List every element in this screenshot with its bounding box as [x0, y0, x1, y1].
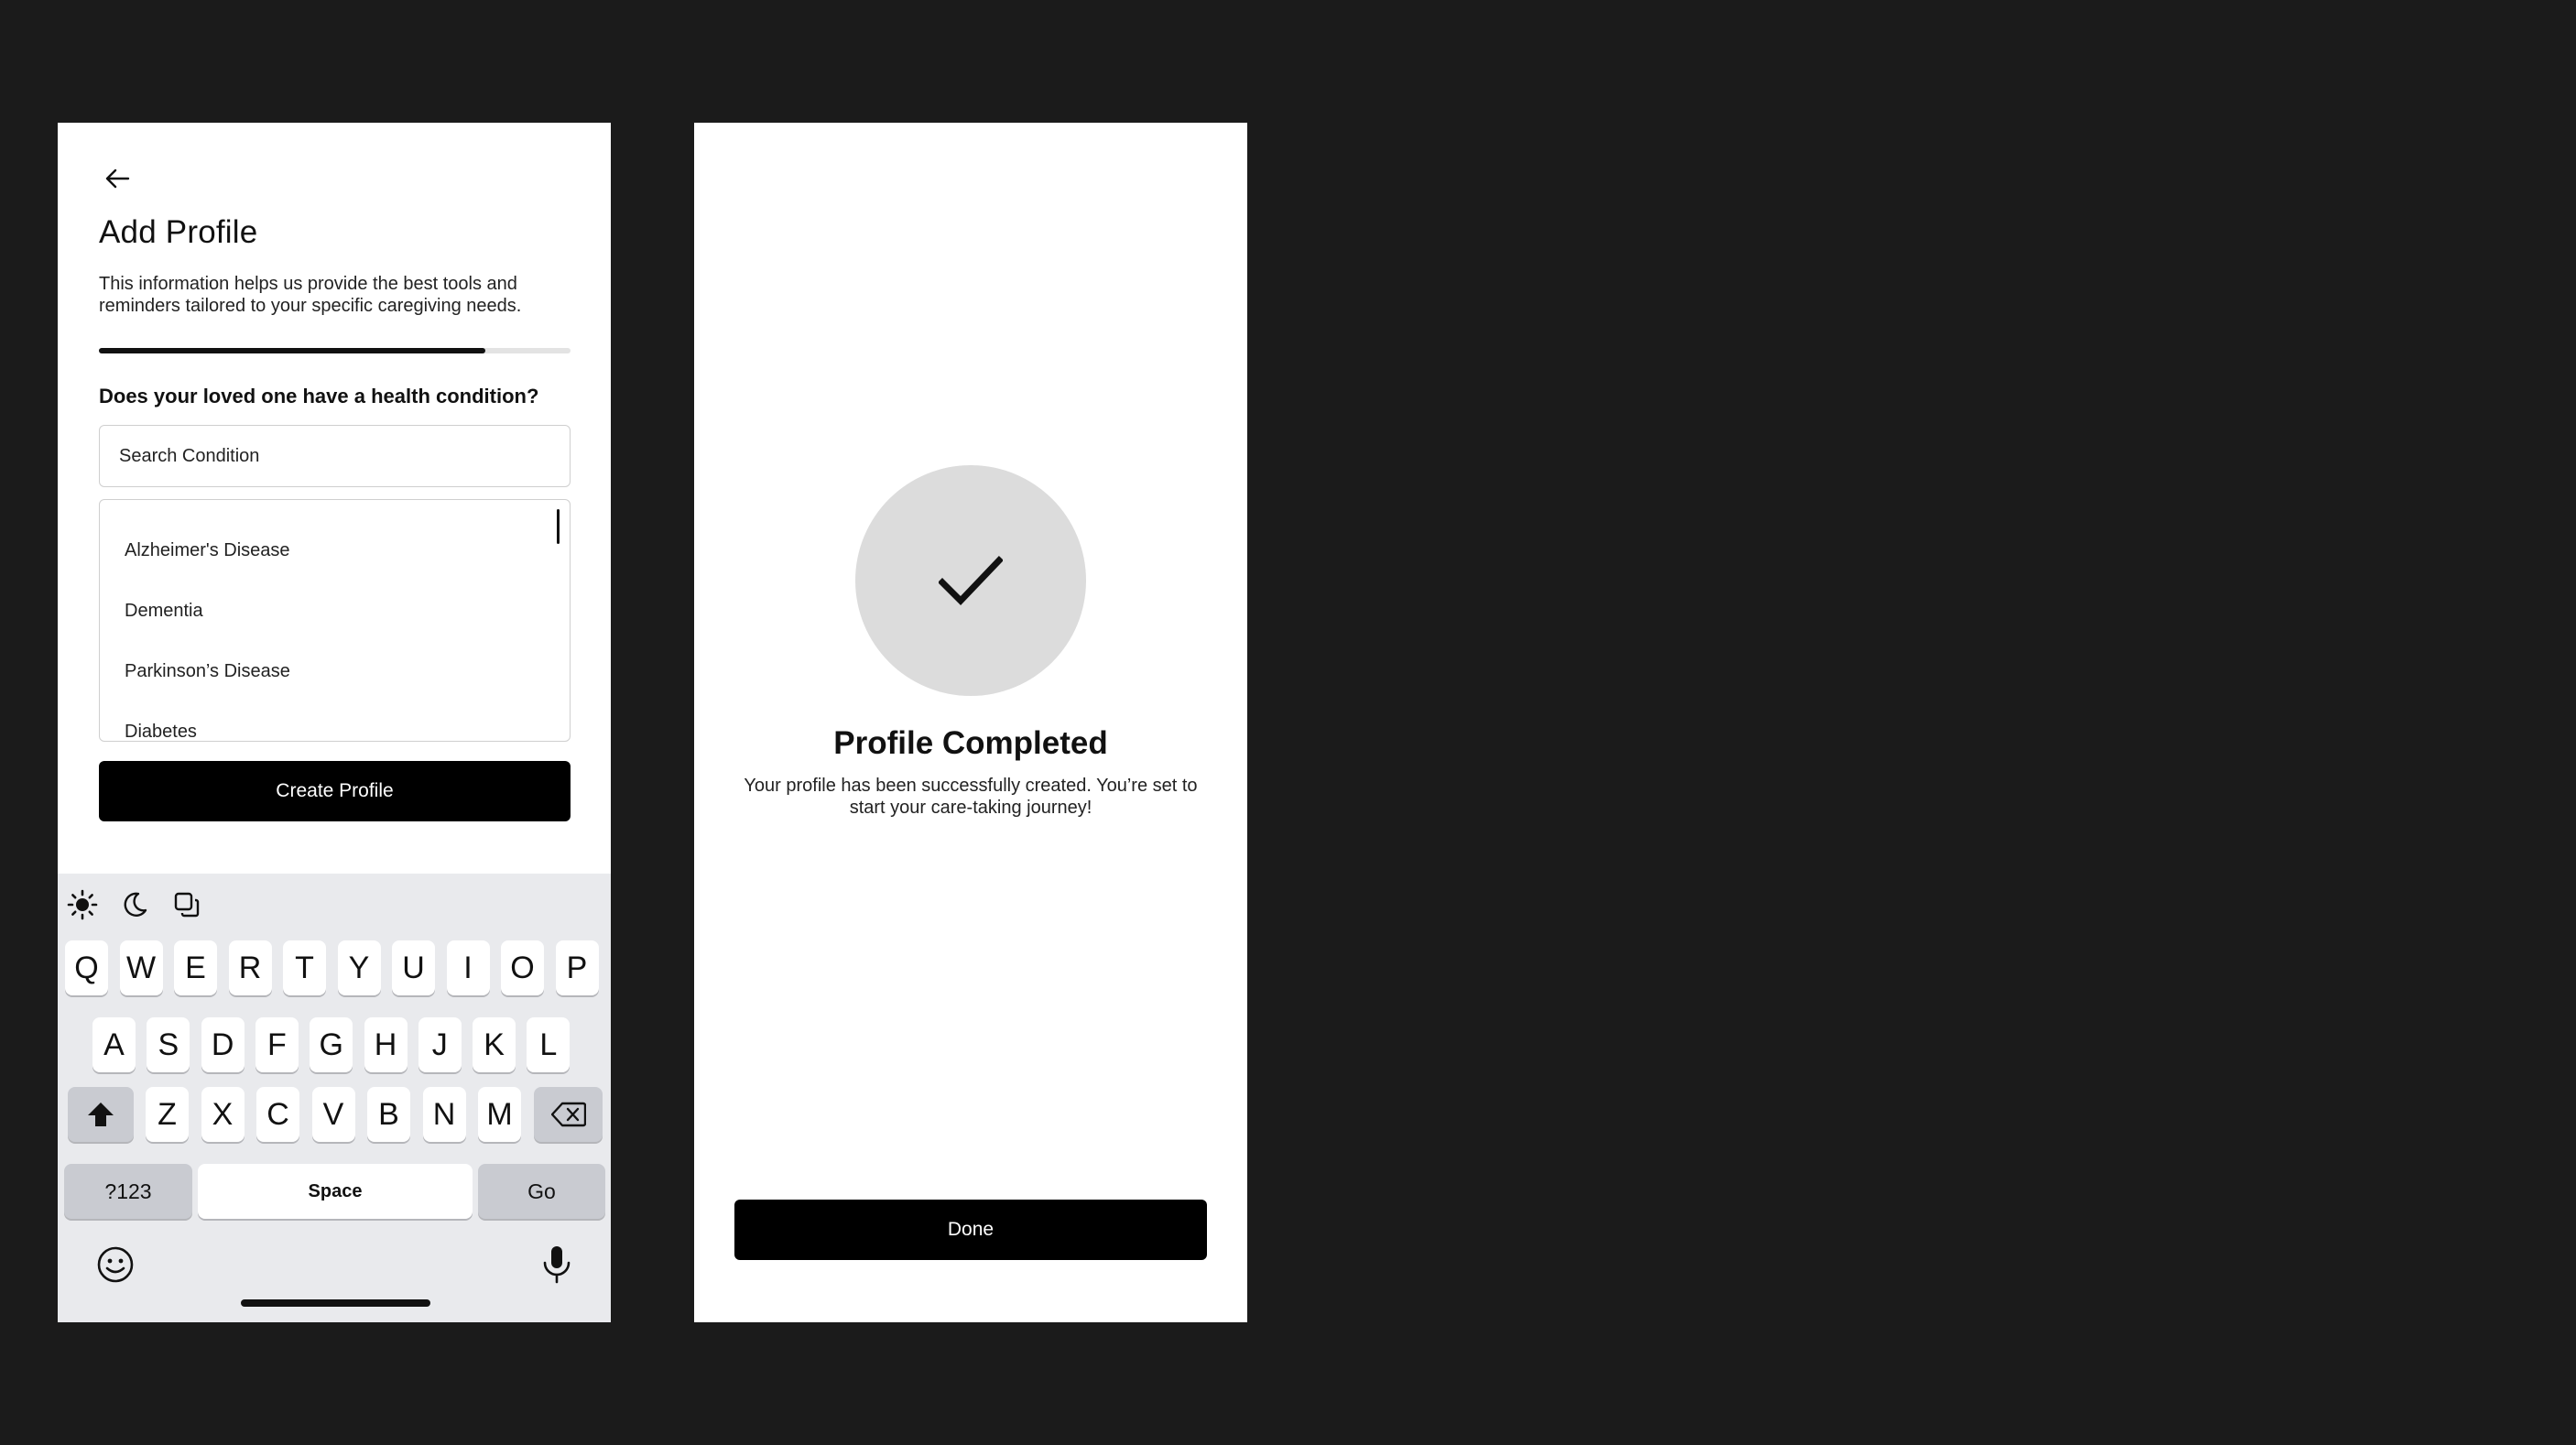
condition-dropdown-list: Alzheimer's Disease Dementia Parkinson’s D… [99, 499, 571, 742]
go-key[interactable]: Go [478, 1164, 605, 1219]
key-v[interactable]: V [311, 1087, 355, 1142]
moon-icon [124, 892, 147, 917]
shift-key[interactable] [68, 1087, 134, 1142]
key-w[interactable]: W [119, 940, 163, 995]
health-condition-question: Does your loved one have a health condit… [99, 385, 539, 407]
checkmark-icon [939, 556, 1003, 606]
progress-bar [99, 348, 571, 353]
dark-mode-button[interactable] [114, 885, 155, 925]
key-d[interactable]: D [201, 1017, 245, 1072]
key-j[interactable]: J [418, 1017, 462, 1072]
completed-title: Profile Completed [833, 725, 1108, 761]
success-badge [855, 465, 1086, 696]
key-r[interactable]: R [228, 940, 272, 995]
key-h[interactable]: H [364, 1017, 408, 1072]
condition-option[interactable]: Parkinson’s Disease [100, 641, 570, 701]
sun-icon [67, 889, 98, 920]
key-o[interactable]: O [501, 940, 544, 995]
add-profile-screen: Add Profile This information helps us pr… [58, 123, 611, 1322]
key-f[interactable]: F [255, 1017, 299, 1072]
clipboard-button[interactable] [167, 885, 207, 925]
key-c[interactable]: C [256, 1087, 299, 1142]
condition-options: Alzheimer's Disease Dementia Parkinson’s D… [100, 500, 570, 741]
key-q[interactable]: Q [65, 940, 108, 995]
copy-icon [174, 892, 200, 918]
key-b[interactable]: B [367, 1087, 410, 1142]
key-a[interactable]: A [92, 1017, 136, 1072]
emoji-icon [97, 1246, 134, 1283]
page-description: This information helps us provide the be… [99, 274, 522, 316]
completed-description: Your profile has been successfully creat… [744, 776, 1198, 818]
backspace-icon [550, 1102, 586, 1127]
space-key[interactable]: Space [198, 1164, 473, 1219]
light-mode-button[interactable] [62, 885, 103, 925]
condition-option[interactable]: Diabetes [100, 701, 570, 741]
key-x[interactable]: X [201, 1087, 245, 1142]
back-arrow-icon [105, 168, 130, 189]
numbers-key[interactable]: ?123 [64, 1164, 192, 1219]
dropdown-scrollbar[interactable] [557, 509, 560, 544]
condition-option[interactable]: Alzheimer's Disease [100, 520, 570, 581]
key-e[interactable]: E [174, 940, 217, 995]
done-button[interactable]: Done [734, 1200, 1207, 1260]
emoji-button[interactable] [91, 1240, 140, 1289]
key-m[interactable]: M [478, 1087, 521, 1142]
microphone-button[interactable] [532, 1240, 582, 1289]
key-l[interactable]: L [527, 1017, 571, 1072]
key-k[interactable]: K [473, 1017, 516, 1072]
page-title: Add Profile [99, 214, 258, 250]
home-indicator [241, 1299, 430, 1307]
key-p[interactable]: P [555, 940, 599, 995]
create-profile-button[interactable]: Create Profile [99, 761, 571, 821]
key-s[interactable]: S [147, 1017, 190, 1072]
key-g[interactable]: G [310, 1017, 353, 1072]
key-u[interactable]: U [392, 940, 435, 995]
key-t[interactable]: T [283, 940, 326, 995]
shift-icon [88, 1103, 114, 1126]
key-y[interactable]: Y [337, 940, 381, 995]
progress-bar-fill [99, 348, 486, 353]
backspace-key[interactable] [534, 1087, 603, 1142]
key-z[interactable]: Z [146, 1087, 189, 1142]
key-i[interactable]: I [446, 940, 490, 995]
profile-completed-screen: Profile Completed Your profile has been … [694, 123, 1247, 1322]
condition-option[interactable]: Dementia [100, 581, 570, 641]
on-screen-keyboard: QWERTYUIOP ASDFGHJKL ZXCVBNM ?123 Space … [58, 874, 611, 1322]
search-condition-input[interactable] [99, 425, 571, 487]
microphone-icon [543, 1246, 571, 1284]
back-button[interactable] [94, 156, 140, 201]
key-n[interactable]: N [422, 1087, 466, 1142]
